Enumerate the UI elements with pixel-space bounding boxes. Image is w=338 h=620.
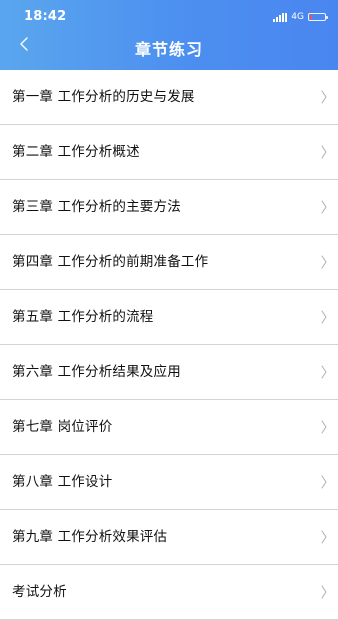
- chevron-right-icon: [321, 365, 327, 379]
- chevron-right-icon: [321, 420, 327, 434]
- chevron-right-icon: [321, 585, 327, 599]
- chapter-item-label: 第四章 工作分析的前期准备工作: [12, 254, 209, 270]
- chapter-item[interactable]: 第六章 工作分析结果及应用: [0, 345, 338, 400]
- chapter-list: 第一章 工作分析的历史与发展 第二章 工作分析概述第三章 工作分析的主要方法第四章…: [0, 70, 338, 620]
- chapter-item-label: 第二章 工作分析概述: [12, 144, 140, 160]
- chapter-item[interactable]: 第七章 岗位评价: [0, 400, 338, 455]
- chapter-item[interactable]: 第三章 工作分析的主要方法: [0, 180, 338, 235]
- battery-icon: [308, 13, 328, 21]
- chevron-right-icon: [321, 310, 327, 324]
- app-header: 18:42 4G 章节练习: [0, 0, 338, 70]
- chapter-item-label: 第五章 工作分析的流程: [12, 309, 154, 325]
- chapter-item-label: 第三章 工作分析的主要方法: [12, 199, 181, 215]
- chevron-right-icon: [321, 530, 327, 544]
- chevron-right-icon: [321, 255, 327, 269]
- chapter-item[interactable]: 第八章 工作设计: [0, 455, 338, 510]
- chapter-item-label: 考试分析: [12, 584, 67, 600]
- chapter-item-label: 第七章 岗位评价: [12, 419, 113, 435]
- status-time: 18:42: [24, 9, 67, 24]
- chapter-item[interactable]: 第一章 工作分析的历史与发展: [0, 70, 338, 125]
- chapter-item-label: 第六章 工作分析结果及应用: [12, 364, 181, 380]
- chapter-item-label: 第九章 工作分析效果评估: [12, 529, 168, 545]
- chevron-right-icon: [321, 90, 327, 104]
- status-bar: 18:42 4G: [0, 0, 338, 32]
- chapter-item[interactable]: 考试分析: [0, 565, 338, 620]
- chapter-item-label: 第八章 工作设计: [12, 474, 113, 490]
- chapter-item[interactable]: 第四章 工作分析的前期准备工作: [0, 235, 338, 290]
- page-title: 章节练习: [134, 40, 203, 59]
- chevron-right-icon: [321, 145, 327, 159]
- network-type: 4G: [291, 12, 304, 22]
- chevron-right-icon: [321, 475, 327, 489]
- chapter-item-label: 第一章 工作分析的历史与发展: [12, 89, 195, 105]
- chevron-right-icon: [321, 200, 327, 214]
- chapter-item[interactable]: 第九章 工作分析效果评估: [0, 510, 338, 565]
- chapter-item[interactable]: 第五章 工作分析的流程: [0, 290, 338, 345]
- status-indicators: 4G: [273, 12, 328, 22]
- chapter-item[interactable]: 第二章 工作分析概述: [0, 125, 338, 180]
- signal-icon: [273, 12, 288, 22]
